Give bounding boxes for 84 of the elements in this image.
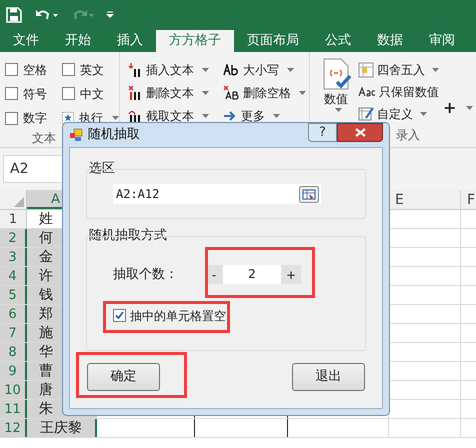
row-header[interactable]: 4	[0, 267, 27, 285]
row-header[interactable]: 2	[0, 229, 27, 247]
increment-button[interactable]: +	[281, 265, 301, 284]
ribbon-tab[interactable]: 开始	[52, 30, 104, 52]
text-tool-button[interactable]: 删除空格	[223, 84, 309, 101]
close-button[interactable]	[337, 123, 383, 142]
help-button[interactable]: ?	[308, 123, 337, 142]
dialog-button[interactable]: 确定	[87, 363, 160, 391]
add-button[interactable]: +	[443, 96, 474, 120]
checkbox[interactable]	[5, 87, 18, 100]
option-label: 符号	[23, 86, 47, 103]
caret-icon	[202, 90, 209, 94]
text-tool-button[interactable]: 大小写	[223, 61, 309, 78]
number-tool-button[interactable]: 自定义	[358, 105, 439, 122]
row-header[interactable]: 11	[0, 400, 27, 418]
row-header[interactable]: 5	[0, 286, 27, 304]
decrement-button[interactable]: -	[205, 265, 223, 284]
caret-icon	[202, 114, 209, 118]
caret-icon	[334, 108, 342, 112]
table-cell: 王庆黎	[27, 419, 97, 437]
checkbox[interactable]	[62, 87, 75, 100]
row-header[interactable]: 10	[0, 381, 27, 399]
column-header[interactable]: F	[461, 190, 476, 209]
caret-icon	[287, 68, 294, 72]
caret-icon	[299, 90, 306, 94]
checkbox[interactable]	[5, 63, 18, 76]
row-header[interactable]: 7	[0, 324, 27, 342]
text-tool-button[interactable]: 插入文本	[128, 61, 220, 78]
checkbox[interactable]	[62, 63, 75, 76]
row-header[interactable]: 9	[0, 362, 27, 380]
numeric-button[interactable]: 数值	[318, 58, 354, 122]
text-tool-button[interactable]: 删除文本	[128, 84, 220, 101]
arrow-right-icon	[223, 110, 237, 122]
group-label: 录入	[396, 127, 420, 144]
abc-icon	[358, 86, 376, 98]
row-header[interactable]: 12	[0, 419, 27, 437]
insert-text-icon	[128, 62, 142, 76]
save-icon[interactable]	[6, 7, 22, 23]
count-field[interactable]: 2	[223, 265, 281, 284]
app-icon	[69, 128, 83, 142]
ribbon-tab[interactable]: 文件	[0, 30, 52, 52]
ribbon-tab[interactable]: 方方格子	[156, 30, 234, 52]
range-field[interactable]: A2:A12	[113, 184, 321, 204]
row-header[interactable]: 8	[0, 343, 27, 361]
case-icon	[223, 64, 239, 76]
column-header[interactable]: A	[27, 190, 62, 209]
number-tool-button[interactable]: 四舍五入	[358, 61, 439, 78]
caret-icon	[273, 114, 280, 118]
option-label: 空格	[23, 62, 47, 78]
ribbon-tab[interactable]: 插入	[104, 30, 156, 52]
ribbon-tab[interactable]: 页面布局	[234, 30, 312, 52]
dialog-button[interactable]: 退出	[292, 363, 365, 391]
cut-text-icon	[128, 108, 142, 122]
caret-icon	[432, 68, 439, 72]
number-tool-button[interactable]: 只保留数值	[358, 83, 439, 100]
delete-text-icon	[128, 86, 142, 100]
close-icon	[354, 128, 366, 137]
ribbon-tab[interactable]: 数据	[364, 30, 416, 52]
count-label: 抽取个数：	[113, 266, 179, 284]
table-icon	[358, 62, 374, 78]
caret-icon	[420, 112, 427, 116]
edit-table-icon	[358, 106, 374, 122]
caret-icon	[202, 68, 209, 72]
option-label: 英文	[80, 62, 104, 78]
clear-label: 抽中的单元格置空	[130, 308, 226, 324]
dialog-title: 随机抽取	[88, 126, 140, 144]
text-tool-button[interactable]: 更多	[223, 107, 309, 124]
checkbox[interactable]	[5, 112, 18, 125]
ribbon-tab[interactable]: 审阅	[416, 30, 468, 52]
ribbon-tab[interactable]: 公式	[312, 30, 364, 52]
name-box[interactable]: A2	[3, 155, 63, 183]
undo-icon[interactable]	[34, 8, 58, 22]
clear-checkbox[interactable]	[113, 309, 126, 322]
row-header[interactable]: 3	[0, 248, 27, 266]
range-picker-icon[interactable]	[299, 186, 319, 202]
group-label: 文本	[32, 130, 56, 147]
caret-icon	[466, 106, 474, 110]
text-tool-button[interactable]: 截取文本	[128, 107, 220, 124]
delete-space-icon	[223, 86, 239, 100]
row-header[interactable]: 6	[0, 305, 27, 323]
option-label: 数字	[23, 110, 47, 128]
row-header[interactable]: 1	[0, 210, 27, 228]
customize-icon[interactable]	[106, 11, 114, 19]
option-label: 中文	[80, 86, 104, 103]
